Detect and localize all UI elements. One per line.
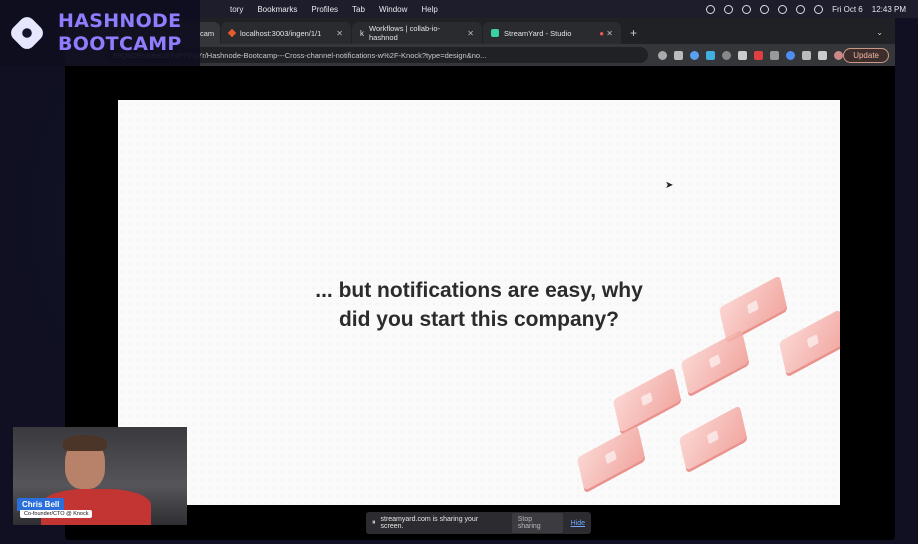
menu-window[interactable]: Window — [379, 5, 407, 14]
search-icon[interactable] — [796, 4, 806, 14]
menu-help[interactable]: Help — [421, 5, 437, 14]
tab-label: Workflows | collab-io-hashnod — [369, 24, 440, 42]
tab-label: localhost:3003/ingen/1/1 — [240, 28, 322, 38]
profile-avatar-icon[interactable] — [834, 50, 844, 60]
tab-streamyard[interactable]: StreamYard - Studio ● ✕ — [483, 22, 621, 44]
extension-icons — [658, 50, 844, 60]
tab-localhost[interactable]: localhost:3003/ingen/1/1 ✕ — [221, 22, 351, 44]
extension-circle-icon[interactable] — [722, 50, 732, 60]
speaker-hair — [63, 435, 107, 451]
brand-line-1: HASHNODE — [58, 10, 182, 32]
new-tab-button[interactable]: + — [622, 26, 645, 44]
tab-label: StreamYard - Studio — [504, 28, 572, 38]
extension-doc-icon[interactable] — [770, 50, 780, 60]
hide-link[interactable]: Hide — [571, 520, 585, 527]
side-panel-icon[interactable] — [818, 50, 828, 60]
screen-share-bar: ⏸ streamyard.com is sharing your screen.… — [366, 512, 591, 534]
speaker-title-tag: Co-founder/CTO @ Knock — [20, 510, 93, 518]
menu-profiles[interactable]: Profiles — [311, 5, 338, 14]
status-app-icon[interactable] — [706, 4, 716, 14]
macos-menu-bar: tory Bookmarks Profiles Tab Window Help … — [200, 0, 918, 18]
share-icon[interactable] — [658, 50, 668, 60]
menu-time[interactable]: 12:43 PM — [872, 5, 906, 14]
tab-label: cam — [200, 28, 215, 38]
hashnode-logo-icon — [7, 13, 47, 53]
extension-globe-icon[interactable] — [690, 50, 700, 60]
streamyard-favicon-icon — [491, 29, 499, 37]
presentation-slide: ... but notifications are easy, why did … — [118, 100, 840, 505]
stop-sharing-button[interactable]: Stop sharing — [511, 513, 563, 533]
mouse-cursor-icon: ➤ — [665, 180, 674, 191]
tab-workflows[interactable]: k Workflows | collab-io-hashnod ✕ — [352, 22, 482, 44]
menu-history[interactable]: tory — [230, 5, 243, 14]
menu-date[interactable]: Fri Oct 6 — [832, 5, 863, 14]
menu-tab[interactable]: Tab — [352, 5, 365, 14]
extension-red-icon[interactable] — [754, 50, 764, 60]
pause-icon: ⏸ — [372, 519, 376, 526]
share-message: streamyard.com is sharing your screen. — [380, 516, 479, 530]
play-icon[interactable] — [760, 4, 770, 14]
brand-line-2: BOOTCAMP — [58, 33, 182, 55]
update-button[interactable]: Update — [843, 47, 889, 63]
extension-blue-icon[interactable] — [786, 50, 796, 60]
favicon-icon — [227, 28, 237, 38]
status-area: Fri Oct 6 12:43 PM — [706, 4, 918, 14]
slide-title: ... but notifications are easy, why did … — [315, 279, 643, 331]
bookmark-star-icon[interactable] — [674, 50, 684, 60]
app-menus: tory Bookmarks Profiles Tab Window Help — [200, 5, 438, 14]
wifi-icon[interactable] — [778, 4, 788, 14]
tab-search-chevron-icon[interactable]: ⌄ — [864, 28, 895, 44]
brand-title: HASHNODE BOOTCAMP — [58, 10, 182, 56]
extension-window-icon[interactable] — [738, 50, 748, 60]
close-icon[interactable]: ✕ — [330, 29, 343, 38]
close-icon[interactable]: ● ✕ — [593, 29, 613, 38]
close-icon[interactable]: ✕ — [461, 29, 474, 38]
menu-bookmarks[interactable]: Bookmarks — [257, 5, 297, 14]
extension-snowflake-icon[interactable] — [706, 50, 716, 60]
control-center-icon[interactable] — [814, 4, 824, 14]
screen-share-icon[interactable] — [724, 4, 734, 14]
event-branding: HASHNODE BOOTCAMP — [0, 0, 200, 66]
focus-moon-icon[interactable] — [742, 4, 752, 14]
extensions-puzzle-icon[interactable] — [802, 50, 812, 60]
knock-logo-icon: k — [360, 29, 364, 38]
